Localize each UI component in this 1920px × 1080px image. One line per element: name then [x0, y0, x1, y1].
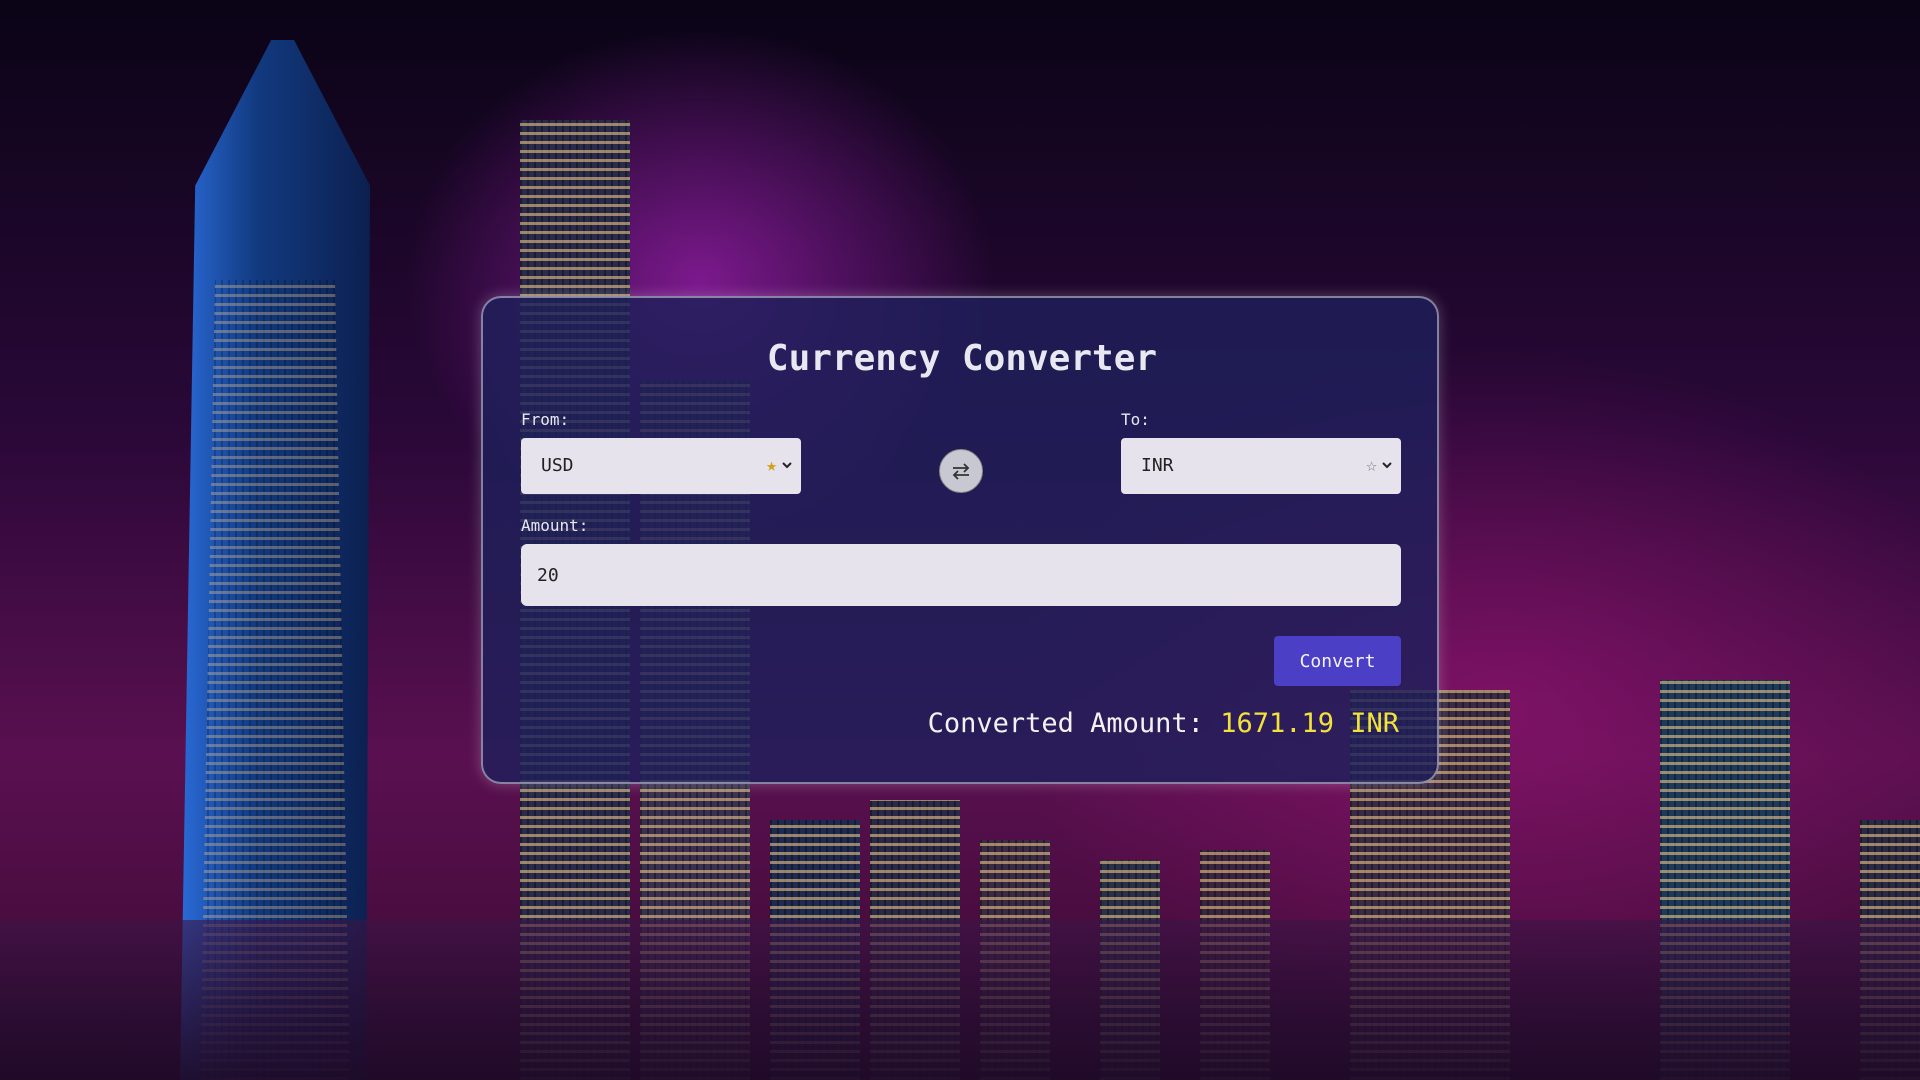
to-currency-value: INR [1141, 455, 1174, 476]
swap-currencies-button[interactable] [939, 449, 983, 493]
converted-amount: Converted Amount: 1671.19 INR [928, 708, 1399, 739]
from-label: From: [521, 410, 570, 429]
converter-panel: Currency Converter From: USD ★ To: INR ☆… [481, 296, 1439, 784]
amount-label: Amount: [521, 516, 589, 535]
chevron-down-icon [1382, 462, 1392, 469]
amount-input[interactable] [521, 544, 1401, 606]
convert-button[interactable]: Convert [1274, 636, 1401, 686]
skyline-base [0, 920, 1920, 1080]
swap-arrows-icon [952, 463, 970, 480]
from-currency-select[interactable]: USD ★ [521, 438, 801, 494]
star-outline-icon[interactable]: ☆ [1366, 438, 1377, 494]
converted-amount-value: 1671.19 INR [1220, 708, 1399, 739]
from-currency-value: USD [541, 455, 574, 476]
page-title: Currency Converter [766, 338, 1158, 379]
to-currency-select[interactable]: INR ☆ [1121, 438, 1401, 494]
converted-amount-label: Converted Amount: [927, 708, 1204, 739]
chevron-down-icon [782, 462, 792, 469]
star-filled-icon[interactable]: ★ [766, 438, 777, 494]
to-label: To: [1121, 410, 1150, 429]
